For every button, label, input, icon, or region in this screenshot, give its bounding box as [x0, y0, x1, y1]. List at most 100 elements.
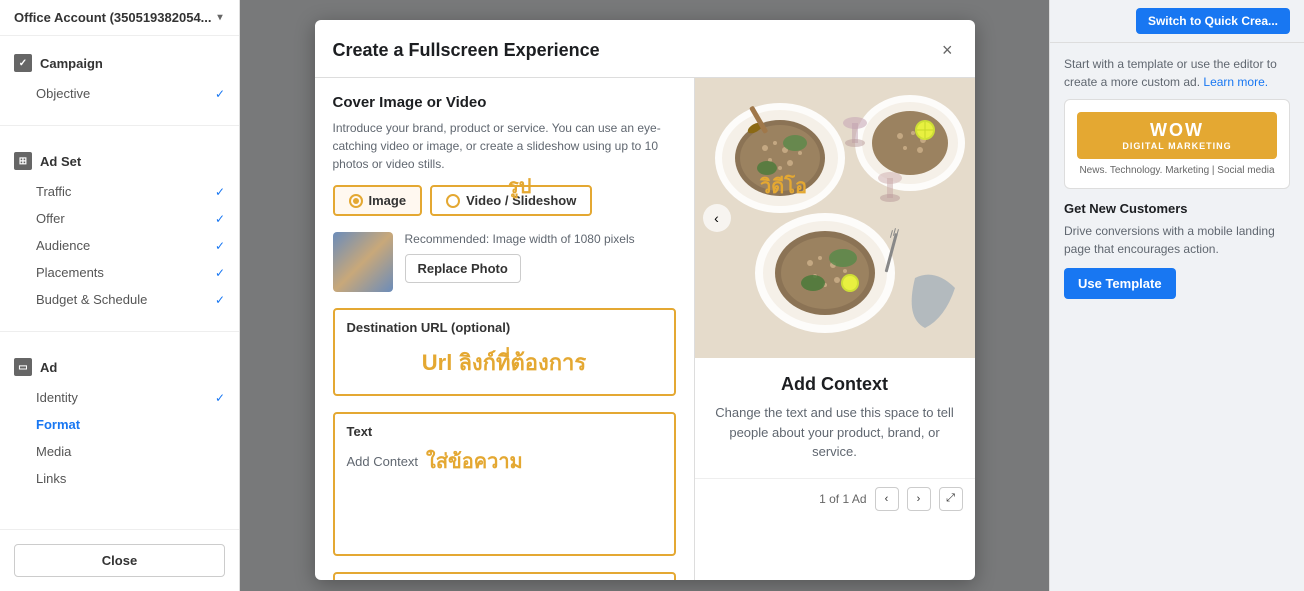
preview-content: Add Context Change the text and use this… — [695, 358, 975, 478]
ad-counter: 1 of 1 Ad — [819, 492, 866, 506]
image-upload-area: Recommended: Image width of 1080 pixels … — [333, 232, 676, 292]
traffic-label: Traffic — [36, 184, 71, 199]
sidebar-item-links[interactable]: Links — [0, 465, 239, 492]
thumbnail-preview — [333, 232, 393, 292]
placements-label: Placements — [36, 265, 104, 280]
check-icon-audience: ✓ — [215, 239, 225, 253]
sidebar-item-format[interactable]: Format — [0, 411, 239, 438]
check-icon-budget: ✓ — [215, 293, 225, 307]
image-thumbnail — [333, 232, 393, 292]
sidebar: Office Account (350519382054... ▾ ✓ Camp… — [0, 0, 240, 591]
food-visual-svg — [695, 78, 975, 358]
text-group-2: Text ใส่ข้อความ Change the text and use … — [333, 572, 676, 580]
format-label: Format — [36, 417, 80, 432]
ad-set-section: ⊞ Ad Set Traffic ✓ Offer ✓ Audience ✓ Pl… — [0, 134, 239, 323]
radio-dot-image — [349, 194, 363, 208]
check-icon-offer: ✓ — [215, 212, 225, 226]
section-description: Introduce your brand, product or service… — [333, 119, 676, 173]
fullscreen-button[interactable]: ⤢ — [939, 487, 963, 511]
modal-title: Create a Fullscreen Experience — [333, 40, 600, 61]
ad-section: ▭ Ad Identity ✓ Format Media Links — [0, 340, 239, 502]
modal-close-button[interactable]: × — [938, 36, 957, 65]
ad-header: ▭ Ad — [0, 350, 239, 384]
check-icon-traffic: ✓ — [215, 185, 225, 199]
preview-description: Change the text and use this space to te… — [715, 403, 955, 462]
media-label: Media — [36, 444, 71, 459]
ad-label: Ad — [40, 360, 57, 375]
budget-label: Budget & Schedule — [36, 292, 147, 307]
account-selector[interactable]: Office Account (350519382054... ▾ — [14, 10, 223, 25]
check-icon: ✓ — [215, 87, 225, 101]
ad-set-icon: ⊞ — [14, 152, 32, 170]
modal-overlay: Create a Fullscreen Experience × Cover I… — [240, 0, 1049, 591]
sidebar-item-placements[interactable]: Placements ✓ — [0, 259, 239, 286]
prev-ad-button[interactable]: ‹ — [875, 487, 899, 511]
text-textarea-1[interactable] — [347, 481, 662, 541]
objective-label: Objective — [36, 86, 90, 101]
switch-to-quick-create-button[interactable]: Switch to Quick Crea... — [1136, 8, 1290, 34]
links-label: Links — [36, 471, 66, 486]
sidebar-item-media[interactable]: Media — [0, 438, 239, 465]
offer-label: Offer — [36, 211, 65, 226]
sidebar-footer: Close — [0, 529, 239, 591]
ad-icon: ▭ — [14, 358, 32, 376]
image-radio-option[interactable]: Image — [333, 185, 423, 216]
preview-add-context-title: Add Context — [715, 374, 955, 395]
sidebar-item-audience[interactable]: Audience ✓ — [0, 232, 239, 259]
campaign-header: ✓ Campaign — [0, 46, 239, 80]
check-icon-identity: ✓ — [215, 391, 225, 405]
get-new-customers-title: Get New Customers — [1064, 201, 1290, 216]
thai-text-label-1: ใส่ข้อความ — [426, 445, 523, 477]
close-sidebar-button[interactable]: Close — [14, 544, 225, 577]
sidebar-item-offer[interactable]: Offer ✓ — [0, 205, 239, 232]
url-label: Destination URL (optional) — [347, 320, 662, 335]
add-context-hint: Add Context — [347, 454, 419, 469]
modal-body: Cover Image or Video Introduce your bran… — [315, 78, 975, 580]
right-panel-header: Switch to Quick Crea... — [1050, 0, 1304, 43]
sidebar-header: Office Account (350519382054... ▾ — [0, 0, 239, 36]
wow-title: WOW — [1085, 120, 1269, 141]
check-icon-placements: ✓ — [215, 266, 225, 280]
text-group-1: Text Add Context ใส่ข้อความ — [333, 412, 676, 556]
sidebar-item-budget[interactable]: Budget & Schedule ✓ — [0, 286, 239, 313]
ad-set-header: ⊞ Ad Set — [0, 144, 239, 178]
get-new-customers-desc: Drive conversions with a mobile landing … — [1064, 222, 1290, 258]
wow-card: WOW DIGITAL MARKETING News. Technology. … — [1064, 99, 1290, 189]
image-upload-info: Recommended: Image width of 1080 pixels … — [405, 232, 676, 283]
campaign-label: Campaign — [40, 56, 103, 71]
media-type-selector: Image Video / Slideshow วิดีโอ รูป — [333, 185, 676, 216]
use-template-button[interactable]: Use Template — [1064, 268, 1176, 299]
main-content: Create a Fullscreen Experience × Cover I… — [240, 0, 1049, 591]
right-panel: Switch to Quick Crea... Start with a tem… — [1049, 0, 1304, 591]
radio-dot-video — [446, 194, 460, 208]
modal-header: Create a Fullscreen Experience × — [315, 20, 975, 78]
thai-roop-label: รูป — [508, 170, 531, 202]
food-image-preview: ‹ — [695, 78, 975, 358]
fullscreen-experience-modal: Create a Fullscreen Experience × Cover I… — [315, 20, 975, 580]
image-back-arrow-button[interactable]: ‹ — [703, 204, 731, 232]
learn-more-link[interactable]: Learn more. — [1203, 75, 1268, 89]
right-panel-intro: Start with a template or use the editor … — [1064, 55, 1290, 91]
sidebar-item-objective[interactable]: Objective ✓ — [0, 80, 239, 107]
get-new-customers-section: Get New Customers Drive conversions with… — [1064, 201, 1290, 299]
campaign-section: ✓ Campaign Objective ✓ — [0, 36, 239, 117]
audience-label: Audience — [36, 238, 90, 253]
wow-logo: WOW DIGITAL MARKETING — [1077, 112, 1277, 159]
next-ad-button[interactable]: › — [907, 487, 931, 511]
image-recommended-text: Recommended: Image width of 1080 pixels — [405, 232, 676, 246]
destination-url-group: Destination URL (optional) Url ลิงก์ที่ต… — [333, 308, 676, 396]
wow-subtitle2: News. Technology. Marketing | Social med… — [1077, 165, 1277, 176]
account-label: Office Account (350519382054... — [14, 10, 212, 25]
sidebar-item-identity[interactable]: Identity ✓ — [0, 384, 239, 411]
preview-footer: 1 of 1 Ad ‹ › ⤢ — [695, 478, 975, 519]
sidebar-item-traffic[interactable]: Traffic ✓ — [0, 178, 239, 205]
url-thai-label: Url ลิงก์ที่ต้องการ — [347, 341, 662, 384]
image-option-label: Image — [369, 193, 407, 208]
campaign-icon: ✓ — [14, 54, 32, 72]
right-panel-content: Start with a template or use the editor … — [1050, 43, 1304, 311]
section-title: Cover Image or Video — [333, 94, 676, 111]
text-input-row: Add Context ใส่ข้อความ — [347, 445, 662, 477]
chevron-down-icon: ▾ — [218, 12, 223, 23]
replace-photo-button[interactable]: Replace Photo — [405, 254, 521, 283]
form-panel: Cover Image or Video Introduce your bran… — [315, 78, 695, 580]
